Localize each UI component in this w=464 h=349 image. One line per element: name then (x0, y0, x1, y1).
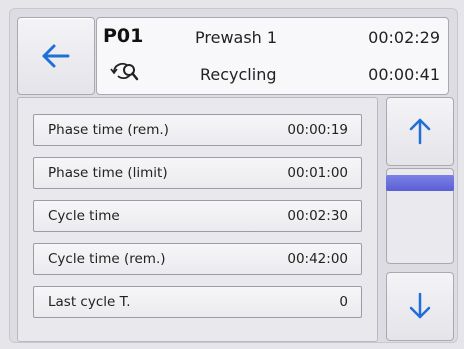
phase-time: 00:00:41 (368, 65, 440, 84)
row-value: 00:00:19 (287, 122, 348, 138)
row-value: 00:01:00 (287, 165, 348, 181)
row-label: Phase time (limit) (48, 165, 168, 181)
row-value: 00:42:00 (287, 251, 348, 267)
left-arrow-icon (42, 44, 70, 68)
recycling-icon (110, 62, 139, 81)
list-item-phase-time-limit: Phase time (limit) 00:01:00 (33, 157, 362, 189)
program-id: P01 (103, 25, 144, 47)
row-value: 0 (339, 294, 348, 310)
down-arrow-icon (409, 292, 431, 319)
program-name: Prewash 1 (195, 28, 278, 47)
row-label: Cycle time (48, 208, 120, 224)
list-item-last-cycle-t: Last cycle T. 0 (33, 286, 362, 318)
phase-name: Recycling (200, 65, 277, 84)
list-item-phase-time-rem: Phase time (rem.) 00:00:19 (33, 114, 362, 146)
scroll-down-button[interactable] (386, 272, 454, 341)
list-item-cycle-time-rem: Cycle time (rem.) 00:42:00 (33, 243, 362, 275)
scroll-up-button[interactable] (386, 97, 454, 166)
up-arrow-icon (409, 118, 431, 145)
time-info-list: Phase time (rem.) 00:00:19 Phase time (l… (17, 97, 378, 342)
program-time: 00:02:29 (368, 28, 440, 47)
back-button[interactable] (17, 17, 95, 95)
list-item-cycle-time: Cycle time 00:02:30 (33, 200, 362, 232)
row-value: 00:02:30 (287, 208, 348, 224)
row-label: Last cycle T. (48, 294, 131, 310)
program-status-panel: P01 Prewash 1 00:02:29 Recycling 00:00:4… (96, 17, 449, 95)
row-label: Phase time (rem.) (48, 122, 169, 138)
scrollbar-thumb[interactable] (386, 175, 454, 191)
row-label: Cycle time (rem.) (48, 251, 166, 267)
